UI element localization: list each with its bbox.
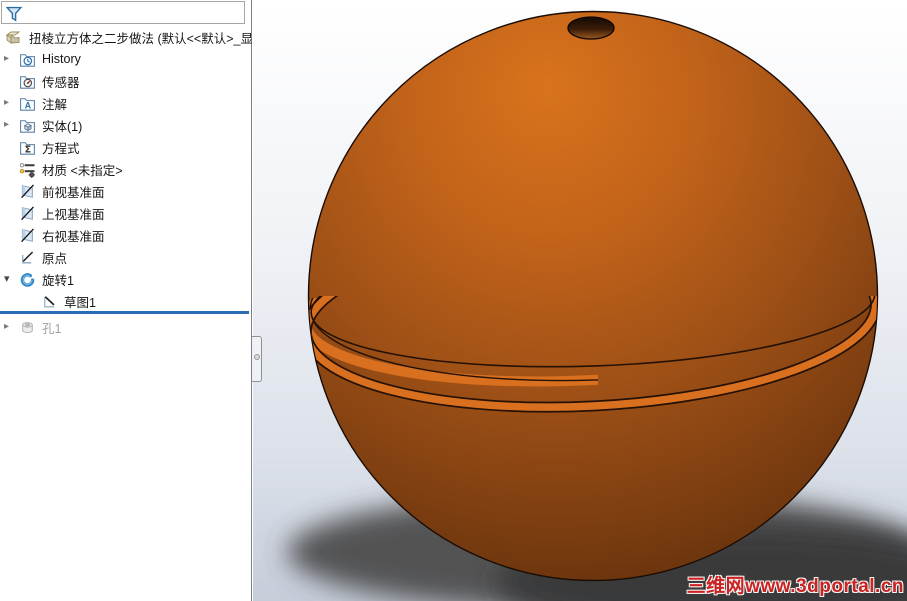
right-plane-icon [19,227,36,244]
tree-item-history[interactable]: ▸ History [0,48,252,70]
viewport-canvas[interactable] [253,0,907,601]
panel-splitter-handle[interactable] [252,336,262,382]
svg-text:A: A [25,100,32,110]
tree-item-sensors[interactable]: 传感器 [0,70,252,92]
part-icon [4,28,23,47]
filter-funnel-icon [4,4,24,22]
tree-item-solid-bodies[interactable]: ▸ 实体(1) [0,114,252,136]
hole-icon [19,319,36,336]
tree-item-equations[interactable]: Σ 方程式 [0,136,252,158]
splitter-dot-icon [253,354,260,360]
sensors-folder-icon [19,73,36,90]
solid-bodies-folder-icon [19,117,36,134]
tree-item-top-plane[interactable]: 上视基准面 [0,202,252,224]
history-folder-icon [19,51,36,68]
collapse-arrow-icon[interactable]: ▾ [0,268,19,290]
graphics-viewport[interactable]: 三维网www.3dportal.cn [253,0,907,601]
tree-item-origin[interactable]: 原点 [0,246,252,268]
watermark: 三维网www.3dportal.cn [686,576,904,597]
revolve-icon [19,271,36,288]
tree-item-front-plane[interactable]: 前视基准面 [0,180,252,202]
top-plane-icon [19,205,36,222]
sketch-icon [41,293,58,310]
origin-icon [19,249,36,266]
expand-arrow-icon[interactable]: ▸ [0,316,19,338]
filter-input[interactable] [24,1,244,24]
front-plane-icon [19,183,36,200]
feature-manager-panel: 扭棱立方体之二步做法 (默认<<默认>_显示 ▸ History 传感器 ▸ A… [0,0,252,601]
rollback-bar[interactable] [0,311,249,314]
annotations-folder-icon: A [19,95,36,112]
tree-item-part[interactable]: 扭棱立方体之二步做法 (默认<<默认>_显示 [0,26,252,48]
feature-tree-filter[interactable] [1,1,245,24]
sphere-model[interactable] [307,10,879,582]
sphere-top-hole [567,16,615,40]
tree-item-annotations[interactable]: ▸ A 注解 [0,92,252,114]
expand-arrow-icon[interactable]: ▸ [0,48,19,70]
tree-item-sketch1[interactable]: 草图1 [0,290,252,312]
expand-arrow-icon[interactable]: ▸ [0,114,19,136]
tree-item-hole1[interactable]: ▸ 孔1 [0,316,252,338]
tree-item-right-plane[interactable]: 右视基准面 [0,224,252,246]
expand-arrow-icon[interactable]: ▸ [0,92,19,114]
svg-text:Σ: Σ [25,144,32,155]
equations-folder-icon: Σ [19,139,36,156]
tree-item-material[interactable]: 材质 <未指定> [0,158,252,180]
part-name: 扭棱立方体之二步做法 (默认<<默认>_显示 [29,31,252,46]
material-icon [19,161,36,178]
tree-item-revolve1[interactable]: ▾ 旋转1 [0,268,252,290]
feature-tree: 扭棱立方体之二步做法 (默认<<默认>_显示 ▸ History 传感器 ▸ A… [0,26,252,338]
